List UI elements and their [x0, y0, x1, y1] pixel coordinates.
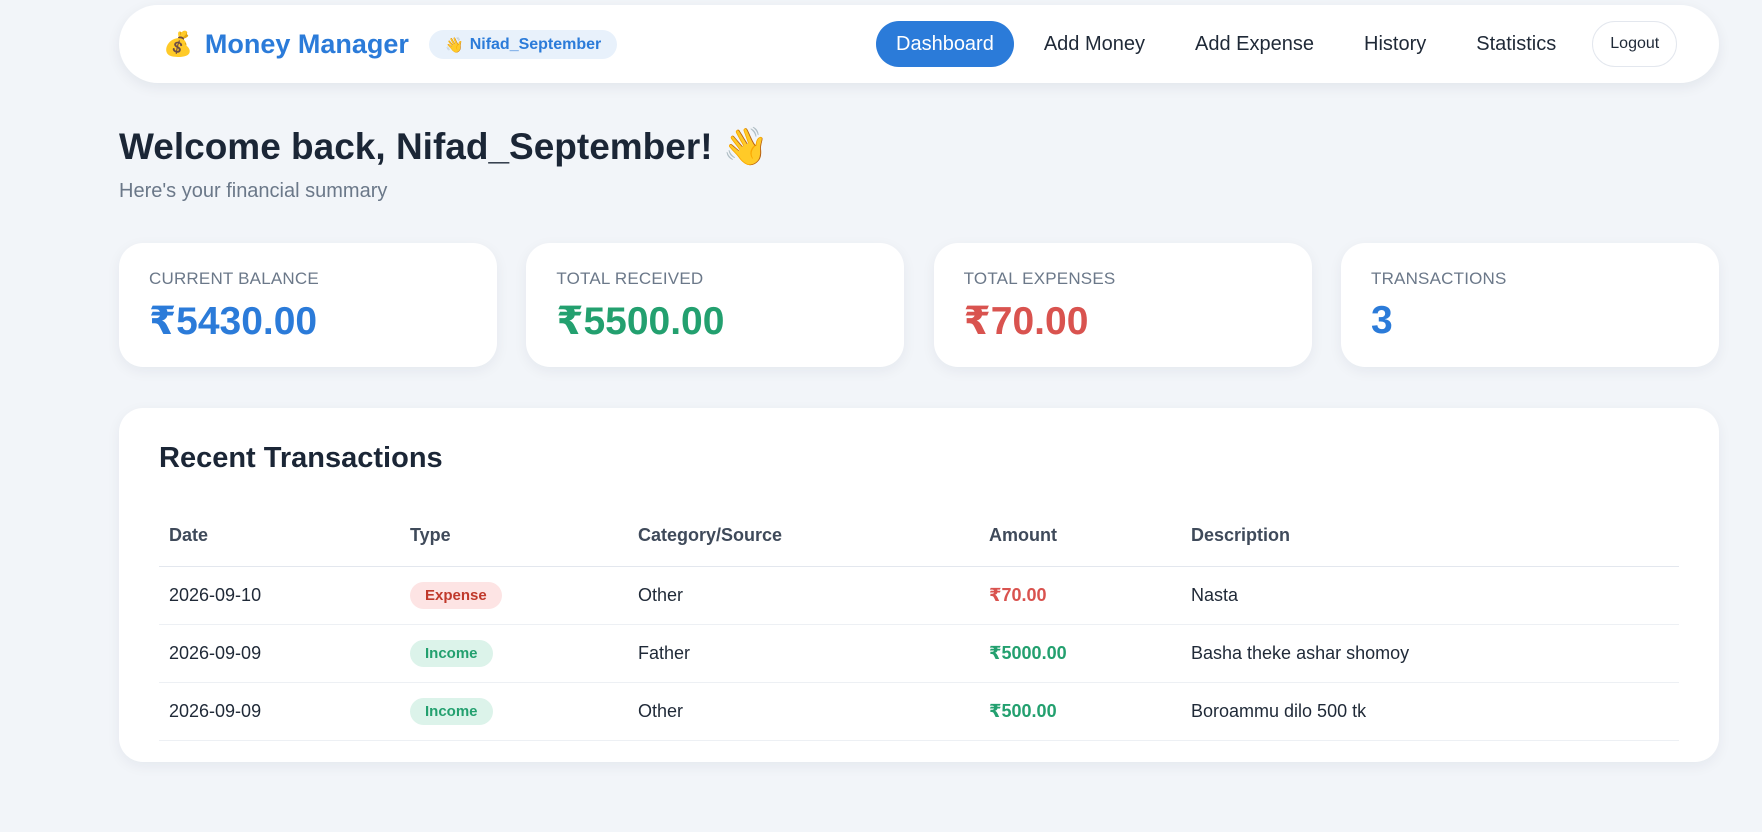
wave-icon: 👋	[445, 36, 464, 54]
table-row: 2026-09-10 Expense Other ₹70.00 Nasta	[159, 566, 1679, 625]
user-badge: 👋 Nifad_September	[429, 30, 618, 59]
user-name: Nifad_September	[469, 35, 602, 53]
cell-description: Boroammu dilo 500 tk	[1181, 682, 1679, 741]
card-value: ₹5500.00	[556, 300, 725, 343]
column-header: Type	[400, 506, 628, 567]
nav-add-expense[interactable]: Add Expense	[1175, 21, 1334, 67]
type-badge: Income	[410, 697, 493, 725]
transactions-table: Date Type Category/Source Amount Descrip…	[159, 506, 1679, 741]
column-header: Date	[159, 506, 400, 567]
cell-description: Nasta	[1181, 566, 1679, 625]
brand-title: Money Manager	[204, 28, 409, 59]
summary-cards: Current Balance ₹5430.00 Total Received …	[119, 243, 1719, 367]
cell-category: Other	[628, 566, 979, 625]
cell-amount: ₹5000.00	[979, 624, 1181, 683]
card-total-expenses: Total Expenses ₹70.00	[933, 243, 1312, 367]
cell-category: Other	[628, 682, 979, 741]
recent-transactions-panel: Recent Transactions Date Type Category/S…	[119, 408, 1719, 762]
cell-amount: ₹70.00	[979, 566, 1181, 625]
column-header: Description	[1181, 506, 1679, 567]
money-bag-icon: 💰	[163, 30, 193, 58]
logout-button[interactable]: Logout	[1592, 21, 1678, 67]
brand[interactable]: 💰 Money Manager	[163, 5, 409, 83]
card-current-balance: Current Balance ₹5430.00	[119, 243, 497, 367]
cell-date: 2026-09-09	[159, 682, 400, 741]
cell-category: Father	[628, 624, 979, 683]
cell-description: Basha theke ashar shomoy	[1181, 624, 1679, 683]
top-navbar: 💰 Money Manager 👋 Nifad_September Dashbo…	[119, 5, 1719, 83]
cell-date: 2026-09-10	[159, 566, 400, 625]
cell-amount: ₹500.00	[979, 682, 1181, 741]
card-value: ₹5430.00	[149, 300, 318, 343]
card-label: Total Received	[556, 269, 704, 288]
column-header: Amount	[979, 506, 1181, 567]
table-row: 2026-09-09 Income Father ₹5000.00 Basha …	[159, 624, 1679, 683]
type-badge: Income	[410, 639, 493, 667]
card-transactions: Transactions 3	[1340, 243, 1719, 367]
page-title: Welcome back, Nifad_September! 👋	[119, 126, 769, 167]
page-subtitle: Here's your financial summary	[119, 180, 388, 202]
type-badge: Expense	[410, 581, 502, 609]
nav-statistics[interactable]: Statistics	[1456, 21, 1576, 67]
table-header-row: Date Type Category/Source Amount Descrip…	[159, 506, 1679, 567]
cell-date: 2026-09-09	[159, 624, 400, 683]
nav-links: Dashboard Add Money Add Expense History …	[876, 21, 1678, 67]
panel-title: Recent Transactions	[159, 442, 443, 474]
card-total-received: Total Received ₹5500.00	[526, 243, 905, 367]
card-label: Transactions	[1370, 269, 1507, 288]
nav-history[interactable]: History	[1344, 21, 1446, 67]
card-label: Total Expenses	[963, 269, 1116, 288]
nav-dashboard[interactable]: Dashboard	[876, 21, 1014, 67]
card-value: ₹70.00	[963, 300, 1089, 343]
table-row: 2026-09-09 Income Other ₹500.00 Boroammu…	[159, 682, 1679, 741]
column-header: Category/Source	[628, 506, 979, 567]
card-value: 3	[1370, 299, 1393, 342]
card-label: Current Balance	[149, 269, 319, 288]
nav-add-money[interactable]: Add Money	[1024, 21, 1165, 67]
